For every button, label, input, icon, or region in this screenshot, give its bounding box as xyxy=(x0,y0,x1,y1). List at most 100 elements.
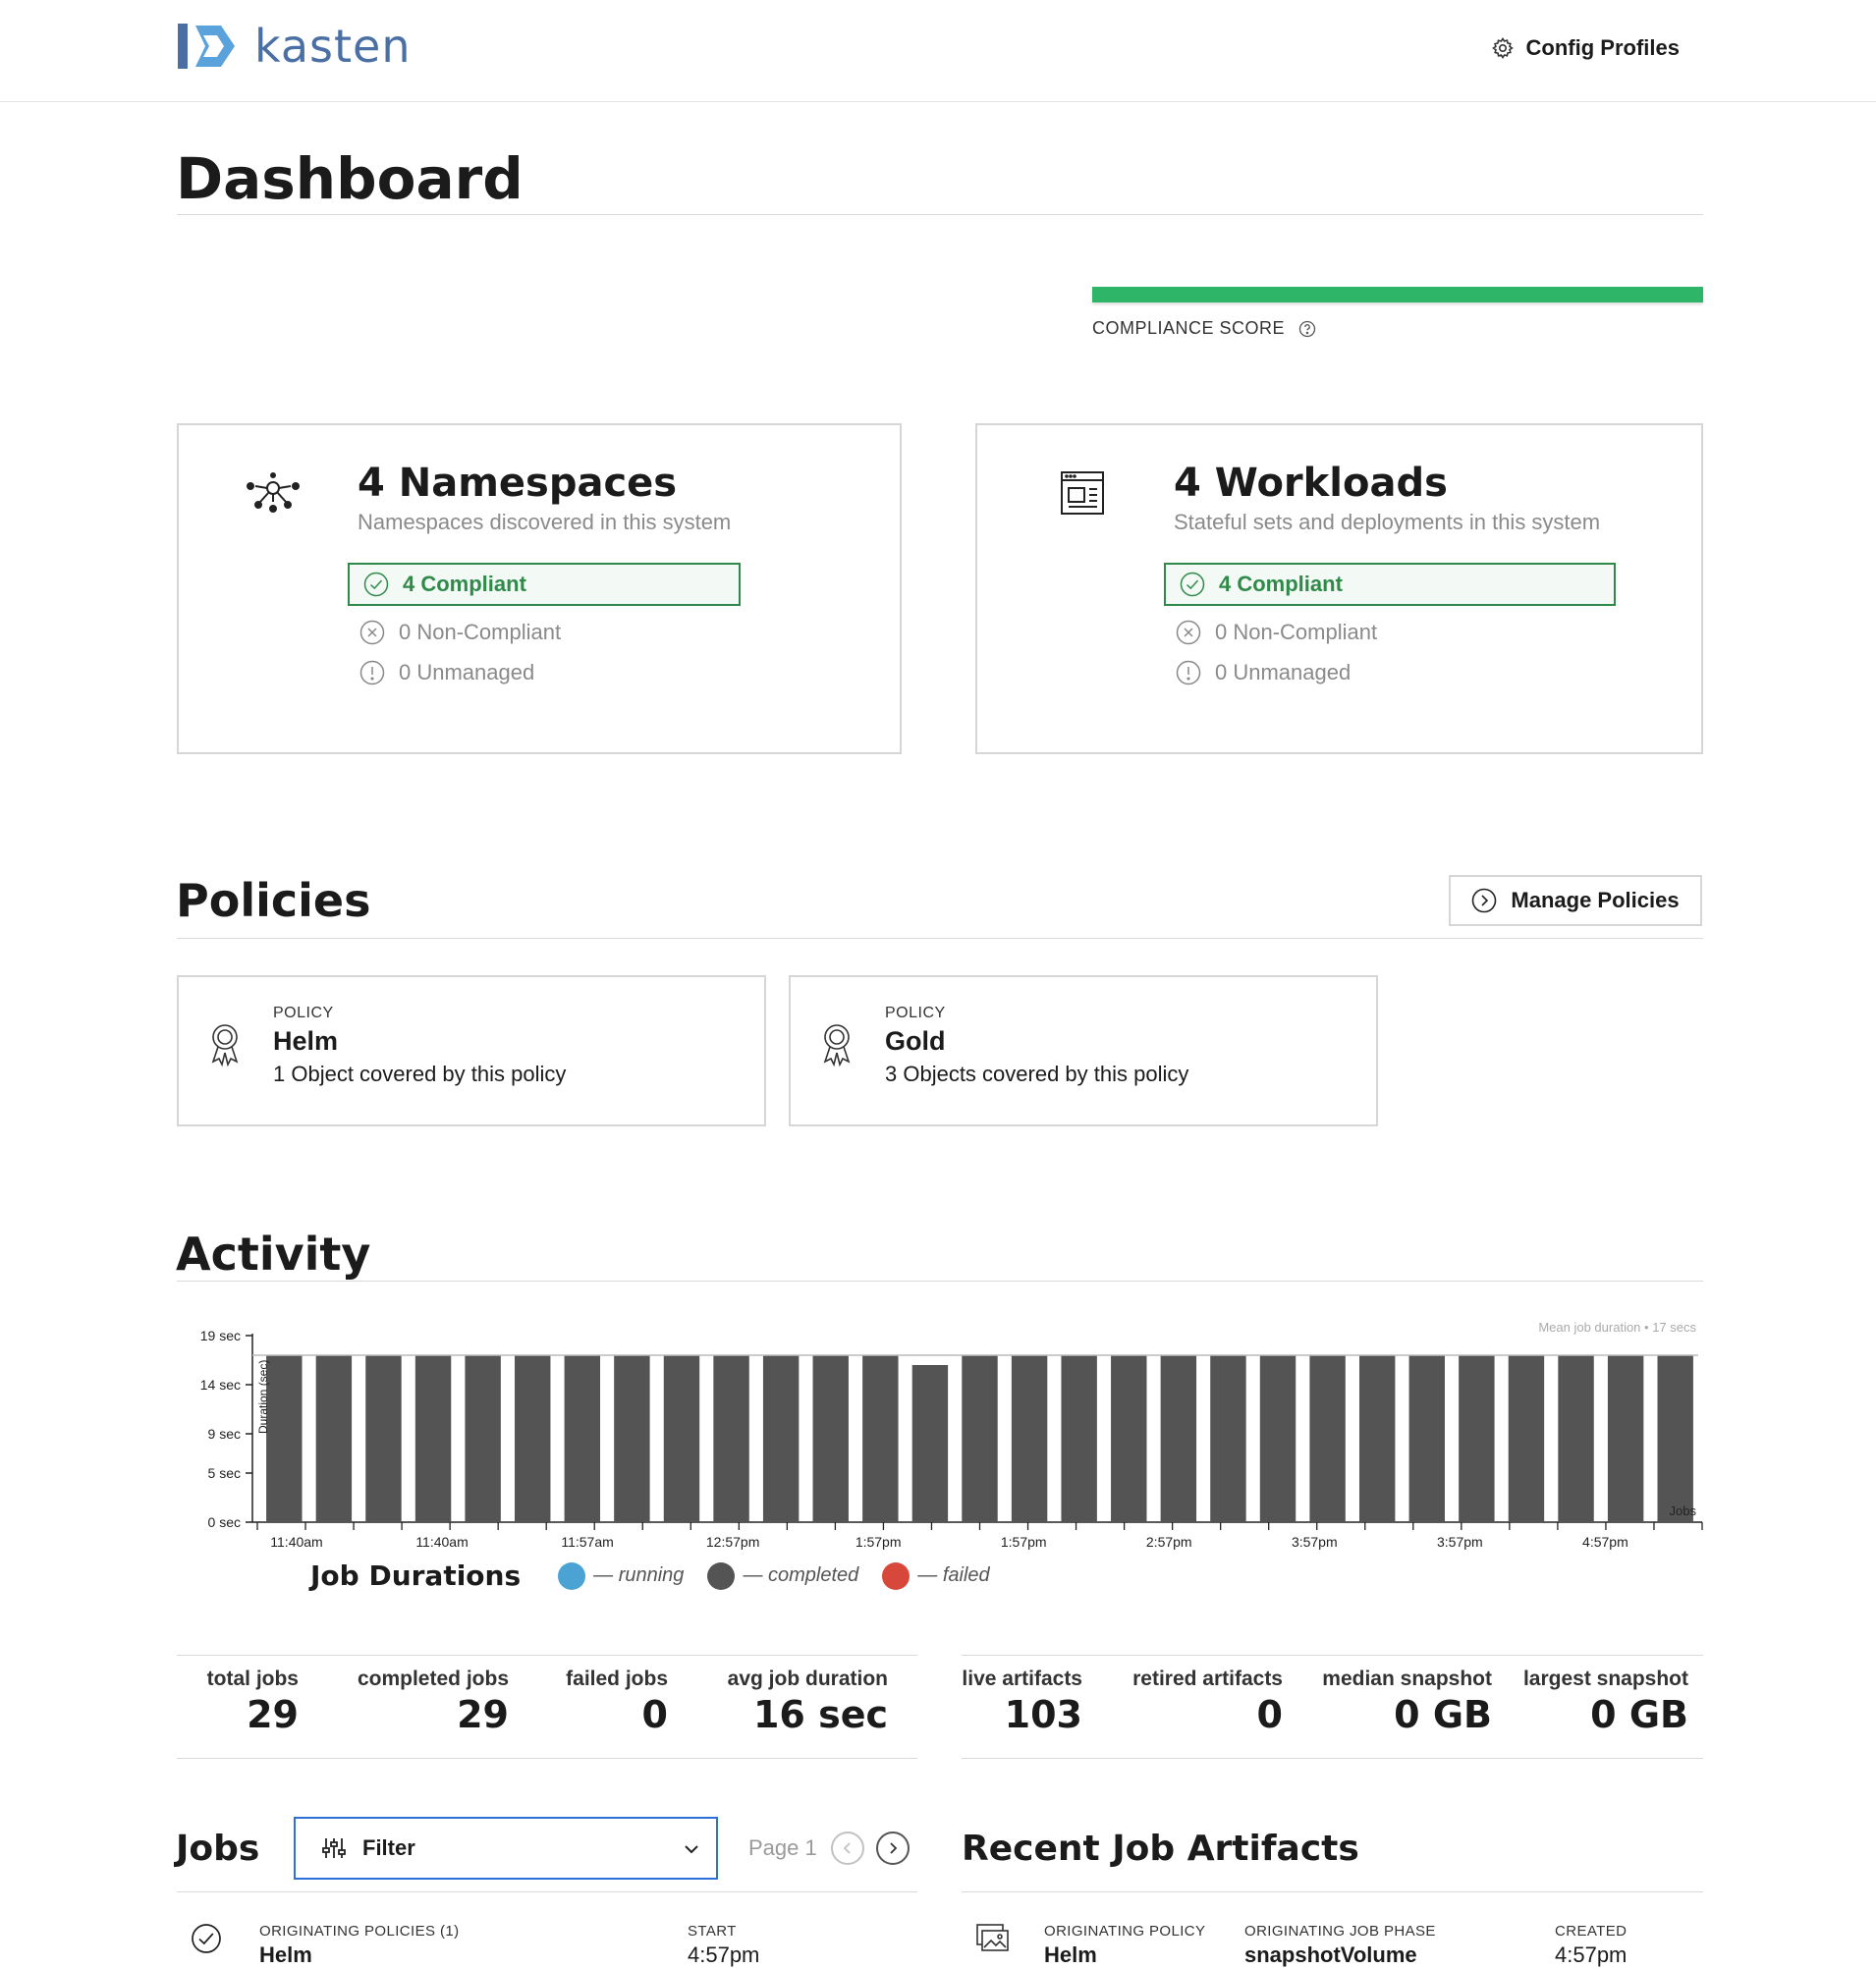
namespace-network-icon xyxy=(247,472,300,513)
previous-page-button[interactable] xyxy=(830,1832,864,1865)
bar xyxy=(713,1355,749,1522)
legend-item-completed: — completed xyxy=(707,1561,858,1590)
compliance-score-label: COMPLIANCE SCORE xyxy=(1092,318,1286,338)
namespaces-unmanaged-label: 0 Unmanaged xyxy=(399,660,535,684)
bar xyxy=(465,1355,501,1522)
namespaces-title: 4 Namespaces xyxy=(358,461,678,506)
workloads-noncompliant-label: 0 Non-Compliant xyxy=(1215,620,1378,644)
policy-name: Helm xyxy=(273,1026,339,1056)
x-circle-icon xyxy=(1176,620,1201,645)
kasten-logo[interactable]: kasten xyxy=(176,20,411,73)
created-column-label: CREATED xyxy=(1555,1923,1628,1940)
next-page-button[interactable] xyxy=(875,1832,910,1865)
bar xyxy=(1061,1355,1097,1522)
workloads-unmanaged-label: 0 Unmanaged xyxy=(1215,660,1352,684)
check-circle-icon xyxy=(363,572,389,597)
phase-column-label: ORIGINATING JOB PHASE xyxy=(1244,1923,1436,1940)
workloads-compliant-badge[interactable]: 4 Compliant xyxy=(1164,563,1616,606)
bar xyxy=(911,1365,949,1522)
config-profiles-button[interactable]: Config Profiles xyxy=(1491,35,1680,61)
bar xyxy=(812,1355,849,1522)
compliance-score-bar xyxy=(1092,287,1703,302)
bar xyxy=(1210,1355,1246,1522)
stat-value: 0 xyxy=(641,1693,668,1736)
x-tick-label: 3:57pm xyxy=(1292,1534,1338,1550)
config-profiles-label: Config Profiles xyxy=(1525,35,1680,60)
manage-policies-button[interactable]: Manage Policies xyxy=(1449,875,1702,926)
help-icon[interactable] xyxy=(1298,320,1316,338)
x-circle-icon xyxy=(359,620,385,645)
x-tick-label: 4:57pm xyxy=(1582,1534,1628,1550)
stat-label: completed jobs xyxy=(357,1668,509,1690)
job-durations-chart: 0 sec 5 sec 9 sec 14 sec 19 sec 11:40am 11:40a… xyxy=(200,1320,1703,1550)
policy-card-gold[interactable]: POLICY Gold 3 Objects covered by this po… xyxy=(789,975,1378,1126)
policy-card-helm[interactable]: POLICY Helm 1 Object covered by this pol… xyxy=(177,975,766,1126)
divider xyxy=(177,938,1703,939)
policy-description: 3 Objects covered by this policy xyxy=(885,1062,1189,1086)
bar xyxy=(1607,1355,1644,1522)
x-tick-label: 12:57pm xyxy=(706,1534,759,1550)
x-tick-label: 11:57am xyxy=(561,1534,613,1550)
y-tick-label: 19 sec xyxy=(200,1328,241,1343)
stat-live-artifacts: live artifacts 103 xyxy=(962,1668,1082,1736)
legend-title: Job Durations xyxy=(310,1559,522,1592)
page-title: Dashboard xyxy=(176,145,524,212)
bar xyxy=(515,1355,551,1522)
stat-value: 103 xyxy=(1004,1693,1082,1736)
artifact-stats-panel: live artifacts 103 retired artifacts 0 m… xyxy=(962,1655,1703,1759)
namespaces-noncompliant-row[interactable]: 0 Non-Compliant xyxy=(359,620,561,645)
divider xyxy=(962,1891,1703,1892)
created-column-value: 4:57pm xyxy=(1555,1942,1628,1967)
policies-column-value: Helm xyxy=(259,1942,312,1967)
namespaces-card[interactable]: 4 Namespaces Namespaces discovered in th… xyxy=(177,423,902,754)
running-dot-icon xyxy=(558,1561,586,1590)
stat-label: total jobs xyxy=(206,1668,299,1690)
bar xyxy=(1408,1355,1445,1522)
artifact-row[interactable]: ORIGINATING POLICY Helm ORIGINATING JOB … xyxy=(962,1905,1703,1969)
policy-column-value: Helm xyxy=(1044,1942,1097,1967)
jobs-pagination: Page 1 xyxy=(748,1832,910,1865)
y-tick-label: 9 sec xyxy=(208,1426,241,1442)
job-row[interactable]: ORIGINATING POLICIES (1) Helm START 4:57… xyxy=(177,1905,917,1969)
exclamation-circle-icon xyxy=(359,660,385,685)
y-axis-title: Duration (sec) xyxy=(256,1360,270,1434)
bar xyxy=(1111,1355,1147,1522)
sliders-icon xyxy=(322,1838,346,1858)
bar xyxy=(962,1355,998,1522)
workloads-subtitle: Stateful sets and deployments in this sy… xyxy=(1174,510,1601,534)
page-label: Page 1 xyxy=(748,1835,817,1860)
policies-column-label: ORIGINATING POLICIES (1) xyxy=(259,1923,460,1940)
workloads-noncompliant-row[interactable]: 0 Non-Compliant xyxy=(1176,620,1377,645)
stat-label: median snapshot xyxy=(1322,1668,1492,1690)
stat-median-snapshot: median snapshot 0 GB xyxy=(1322,1668,1492,1736)
jobs-filter-dropdown[interactable]: Filter xyxy=(294,1817,718,1880)
mean-annotation: Mean job duration • 17 secs xyxy=(1538,1320,1696,1335)
check-circle-icon xyxy=(192,1924,221,1953)
compliance-score-label-row: COMPLIANCE SCORE xyxy=(1092,318,1316,339)
workloads-title: 4 Workloads xyxy=(1174,461,1448,506)
stat-failed-jobs: failed jobs 0 xyxy=(566,1668,668,1736)
kasten-logo-icon xyxy=(178,24,235,69)
namespaces-compliant-badge[interactable]: 4 Compliant xyxy=(348,563,741,606)
stat-label: largest snapshot xyxy=(1522,1668,1688,1690)
workloads-unmanaged-row[interactable]: 0 Unmanaged xyxy=(1176,660,1351,685)
policy-name: Gold xyxy=(885,1026,946,1056)
policy-kicker: POLICY xyxy=(273,1005,334,1021)
divider xyxy=(177,1891,917,1892)
gear-icon xyxy=(1491,37,1514,59)
bar xyxy=(365,1355,402,1522)
bar xyxy=(1259,1355,1297,1522)
bar xyxy=(614,1355,650,1522)
namespaces-unmanaged-row[interactable]: 0 Unmanaged xyxy=(359,660,534,685)
stat-label: live artifacts xyxy=(962,1668,1082,1690)
x-tick-label: 3:57pm xyxy=(1437,1534,1483,1550)
activity-heading: Activity xyxy=(176,1228,371,1281)
y-tick-label: 14 sec xyxy=(200,1377,241,1393)
stat-label: failed jobs xyxy=(566,1668,668,1690)
x-tick-label: 11:40am xyxy=(270,1534,322,1550)
job-stats-panel: total jobs 29 completed jobs 29 failed j… xyxy=(177,1655,917,1759)
top-nav-bar: kasten Config Profiles xyxy=(0,0,1876,102)
workloads-card[interactable]: 4 Workloads Stateful sets and deployment… xyxy=(975,423,1703,754)
workload-window-icon xyxy=(1061,471,1104,515)
stat-completed-jobs: completed jobs 29 xyxy=(358,1668,509,1736)
